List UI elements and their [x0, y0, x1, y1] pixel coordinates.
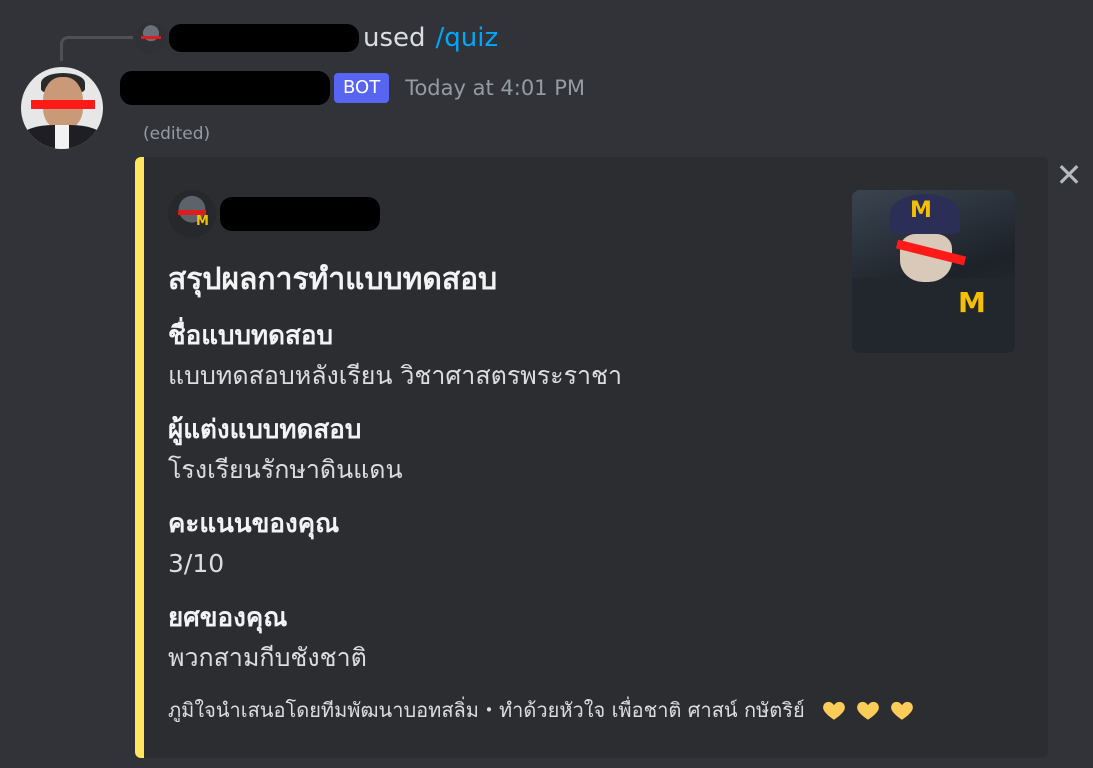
field-value: โรงเรียนรักษาดินแดน: [168, 455, 403, 484]
field-value: แบบทดสอบหลังเรียน วิชาศาสตรพระราชา: [168, 361, 623, 390]
slash-command-link[interactable]: /quiz: [436, 23, 499, 53]
reply-context[interactable]: used /quiz: [135, 20, 498, 56]
edited-label: (edited): [143, 124, 211, 144]
embed-title: สรุปผลการทำแบบทดสอบ: [168, 262, 498, 297]
discord-message-view: used /quiz BOT Today at 4:01 PM (edited)…: [0, 0, 1093, 768]
footer-hearts: [813, 697, 915, 723]
field-name: คะแนนของคุณ: [168, 509, 340, 539]
redacted-author-name: [220, 197, 380, 231]
reply-connector: [60, 36, 133, 61]
field-value: พวกสามกีบชังชาติ: [168, 643, 367, 672]
footer-text: ภูมิใจนำเสนอโดยทีมพัฒนาบอทสลิ่ม・ทำด้วยหั…: [168, 698, 805, 722]
yellow-heart-icon: [821, 697, 847, 723]
embed-author-avatar: [168, 190, 216, 238]
redacted-username: [169, 24, 359, 52]
close-icon[interactable]: ✕: [1054, 159, 1084, 191]
field-quiz-name: ชื่อแบบทดสอบ แบบทดสอบหลังเรียน วิชาศาสตร…: [168, 318, 622, 394]
field-rank: ยศของคุณ พวกสามกีบชังชาติ: [168, 600, 367, 676]
field-name: ผู้แต่งแบบทดสอบ: [168, 415, 362, 445]
field-name: ยศของคุณ: [168, 603, 288, 633]
field-name: ชื่อแบบทดสอบ: [168, 321, 334, 351]
bot-badge: BOT: [334, 73, 390, 103]
yellow-heart-icon: [855, 697, 881, 723]
bot-avatar[interactable]: [21, 67, 103, 149]
field-quiz-author: ผู้แต่งแบบทดสอบ โรงเรียนรักษาดินแดน: [168, 412, 403, 488]
message-header: BOT Today at 4:01 PM: [120, 68, 585, 108]
embed-author: [168, 190, 380, 238]
field-score: คะแนนของคุณ 3/10: [168, 506, 339, 582]
redacted-bot-name[interactable]: [120, 71, 330, 105]
reply-user-avatar[interactable]: [135, 22, 167, 54]
field-value: 3/10: [168, 549, 225, 578]
yellow-heart-icon: [889, 697, 915, 723]
censor-bar: [31, 100, 95, 109]
message-timestamp[interactable]: Today at 4:01 PM: [405, 76, 585, 100]
embed-thumbnail[interactable]: M M: [852, 190, 1015, 353]
quiz-result-embed: M M สรุปผลการทำแบบทดสอบ ชื่อแบบทดสอบ แบบ…: [135, 157, 1048, 758]
reply-used-label: used: [363, 23, 426, 53]
embed-footer: ภูมิใจนำเสนอโดยทีมพัฒนาบอทสลิ่ม・ทำด้วยหั…: [168, 694, 915, 726]
embed-accent-bar: [135, 157, 144, 758]
